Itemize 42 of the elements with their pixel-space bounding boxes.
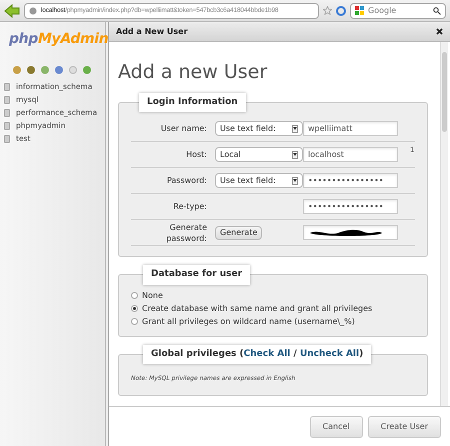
generate-button[interactable]: Generate (215, 226, 262, 240)
search-input[interactable]: Google (368, 4, 418, 16)
field-label: Password: (166, 175, 208, 186)
page-heading: Add a new User (118, 60, 268, 85)
dropdown-arrow-icon (292, 150, 298, 158)
back-arrow-icon[interactable] (4, 4, 20, 18)
text-input[interactable]: •••••••••••••••• (303, 173, 398, 188)
field-label: Re-type: (172, 201, 208, 212)
text-input[interactable]: wpelliimatt (303, 121, 398, 136)
radio-button[interactable] (131, 305, 138, 312)
search-engine-icon (355, 6, 364, 15)
cancel-button[interactable]: Cancel (310, 416, 363, 438)
radio-button[interactable] (131, 292, 138, 299)
select-dropdown[interactable]: Use text field: (215, 173, 303, 188)
create-user-button[interactable]: Create User (368, 416, 441, 438)
dialog-title: Add a New User (116, 26, 188, 38)
radio-label: Create database with same name and grant all privileges (142, 302, 372, 314)
field-label: User name: (160, 123, 208, 134)
fieldset-legend: Login Information (139, 92, 246, 112)
text-input[interactable]: localhost (303, 147, 398, 162)
select-dropdown[interactable]: Local (215, 147, 303, 162)
legend-separator: / (292, 348, 298, 360)
fieldset-legend: Global privileges ( (151, 348, 244, 361)
text-input[interactable] (303, 225, 398, 240)
dropdown-arrow-icon (292, 176, 298, 184)
text-input[interactable]: •••••••••••••••• (303, 199, 398, 214)
select-dropdown[interactable]: Use text field: (215, 121, 303, 136)
close-icon[interactable] (436, 28, 443, 35)
legend-bracket: ) (359, 348, 364, 360)
radio-label: None (142, 290, 163, 302)
field-label: Host: (185, 149, 208, 160)
reload-icon[interactable] (336, 6, 346, 16)
field-label: Generate password: (165, 222, 208, 244)
search-field[interactable]: Google (350, 2, 446, 18)
bookmark-star-icon[interactable] (323, 6, 332, 15)
search-icon (433, 6, 441, 14)
fieldset-legend: Database for user (143, 265, 250, 284)
radio-label: Grant all privileges on wildcard name (username\_%) (142, 316, 355, 328)
uncheck-all-link[interactable]: Uncheck All (300, 348, 360, 361)
dropdown-arrow-icon (292, 124, 298, 132)
check-all-link[interactable]: Check All (244, 348, 290, 361)
radio-button[interactable] (131, 318, 138, 325)
